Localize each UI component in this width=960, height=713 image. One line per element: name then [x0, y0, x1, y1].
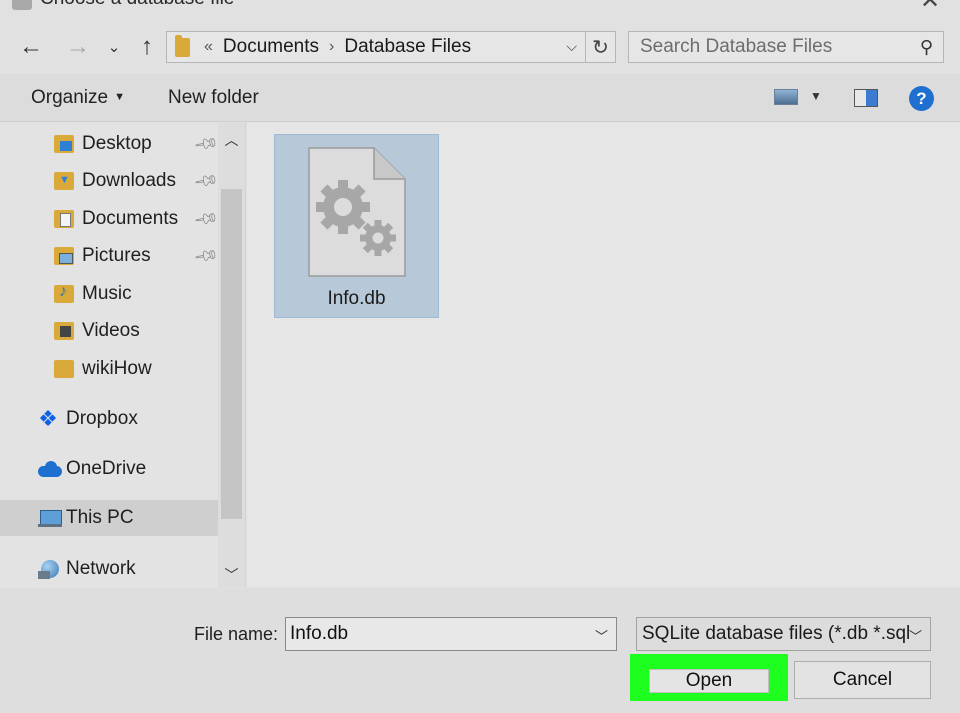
view-options-caret-icon[interactable]: ▼: [810, 89, 822, 103]
scroll-down-chevron-icon[interactable]: ﹀: [218, 562, 245, 588]
nav-item-music[interactable]: Music: [0, 276, 218, 312]
onedrive-cloud-icon: [38, 460, 62, 478]
nav-item-label: OneDrive: [66, 458, 147, 479]
dropbox-icon: ❖: [38, 406, 58, 431]
scroll-up-chevron-icon[interactable]: ︿: [218, 127, 245, 153]
nav-item-label: Dropbox: [66, 408, 138, 429]
navigation-pane: Desktop 📌︎ Downloads 📌︎ Documents 📌︎ Pic…: [0, 123, 246, 587]
music-folder-icon: [54, 283, 74, 303]
pin-icon[interactable]: 📌︎: [192, 167, 220, 195]
nav-item-label: Desktop: [82, 133, 152, 154]
nav-item-wikihow[interactable]: wikiHow: [0, 351, 218, 387]
breadcrumb-separator-icon[interactable]: ›: [329, 38, 334, 56]
refresh-icon[interactable]: ↻: [586, 31, 616, 63]
cancel-button[interactable]: Cancel: [794, 661, 931, 699]
nav-item-network[interactable]: Network: [0, 551, 218, 587]
breadcrumb-overflow[interactable]: «: [204, 38, 213, 56]
caret-down-icon: ▼: [114, 91, 125, 103]
file-name-field-label: File name:: [194, 624, 279, 644]
downloads-folder-icon: [54, 172, 74, 190]
nav-item-pictures[interactable]: Pictures 📌︎: [0, 238, 220, 274]
nav-item-label: Pictures: [82, 245, 151, 266]
scrollbar-thumb[interactable]: [221, 189, 242, 519]
nav-item-label: Videos: [82, 320, 140, 341]
search-input[interactable]: [640, 36, 900, 58]
navigation-bar: ← → ⌄ ↑ « Documents › Database Files ⌵ ↻…: [0, 22, 960, 72]
folder-icon: [54, 360, 74, 378]
window-title: Choose a database file: [40, 0, 234, 10]
videos-folder-icon: [54, 322, 74, 340]
address-bar[interactable]: « Documents › Database Files ⌵: [166, 31, 586, 63]
nav-item-label: Music: [82, 283, 132, 304]
search-box[interactable]: ⚲: [628, 31, 944, 63]
nav-item-label: Documents: [82, 208, 179, 229]
title-bar: Choose a database file ✕: [0, 0, 960, 14]
recent-locations-chevron-icon[interactable]: ⌄: [104, 32, 124, 62]
file-item-info-db[interactable]: Info.db: [274, 134, 439, 318]
nav-item-dropbox[interactable]: ❖ Dropbox: [0, 401, 218, 437]
open-button[interactable]: Open: [649, 669, 769, 693]
breadcrumb-database-files[interactable]: Database Files: [344, 36, 471, 58]
organize-button[interactable]: Organize ▼: [31, 87, 125, 109]
file-type-dropdown-chevron-icon[interactable]: ﹀: [909, 626, 922, 645]
this-pc-icon: [38, 509, 62, 527]
file-name-input[interactable]: [286, 623, 576, 645]
database-app-icon: [12, 0, 32, 10]
pin-icon[interactable]: 📌︎: [192, 242, 220, 270]
pictures-folder-icon: [54, 247, 74, 265]
dialog-footer: File name: ﹀ SQLite database files (*.db…: [0, 588, 960, 713]
organize-label: Organize: [31, 87, 109, 108]
documents-folder-icon: [54, 210, 74, 228]
pin-icon[interactable]: 📌︎: [192, 130, 220, 158]
file-name-dropdown-chevron-icon[interactable]: ﹀: [595, 626, 608, 645]
back-arrow-icon[interactable]: ←: [16, 32, 46, 62]
folder-icon: [175, 34, 190, 57]
nav-item-desktop[interactable]: Desktop 📌︎: [0, 126, 220, 162]
search-icon[interactable]: ⚲: [920, 37, 933, 58]
breadcrumb-documents[interactable]: Documents: [223, 36, 319, 58]
nav-item-documents[interactable]: Documents 📌︎: [0, 201, 220, 237]
nav-item-label: This PC: [66, 507, 134, 528]
command-toolbar: Organize ▼ New folder ▼ ?: [0, 74, 960, 122]
database-file-gears-icon: [308, 147, 406, 277]
up-arrow-icon[interactable]: ↑: [132, 32, 162, 62]
help-icon[interactable]: ?: [909, 86, 934, 111]
forward-arrow-icon[interactable]: →: [63, 32, 93, 62]
close-icon[interactable]: ✕: [920, 0, 940, 14]
network-icon: [38, 560, 59, 579]
pin-icon[interactable]: 📌︎: [192, 205, 220, 233]
file-type-value: SQLite database files (*.db *.sql: [642, 623, 911, 644]
new-folder-button[interactable]: New folder: [168, 87, 259, 109]
nav-item-label: wikiHow: [82, 358, 152, 379]
change-view-icon[interactable]: [774, 89, 798, 105]
nav-item-label: Network: [66, 558, 136, 579]
file-type-select[interactable]: SQLite database files (*.db *.sql ﹀: [636, 617, 931, 651]
address-dropdown-chevron-icon[interactable]: ⌵: [566, 38, 577, 55]
file-list-area[interactable]: Info.db: [247, 123, 960, 587]
nav-item-videos[interactable]: Videos: [0, 313, 218, 349]
file-name-combobox[interactable]: ﹀: [285, 617, 617, 651]
preview-pane-icon[interactable]: [854, 89, 878, 107]
nav-item-label: Downloads: [82, 170, 176, 191]
desktop-folder-icon: [54, 135, 74, 153]
nav-item-this-pc[interactable]: This PC: [0, 500, 218, 536]
file-name-label: Info.db: [327, 288, 386, 309]
nav-item-downloads[interactable]: Downloads 📌︎: [0, 163, 220, 199]
nav-pane-scrollbar[interactable]: ︿ ﹀: [218, 123, 245, 587]
nav-item-onedrive[interactable]: OneDrive: [0, 451, 218, 487]
